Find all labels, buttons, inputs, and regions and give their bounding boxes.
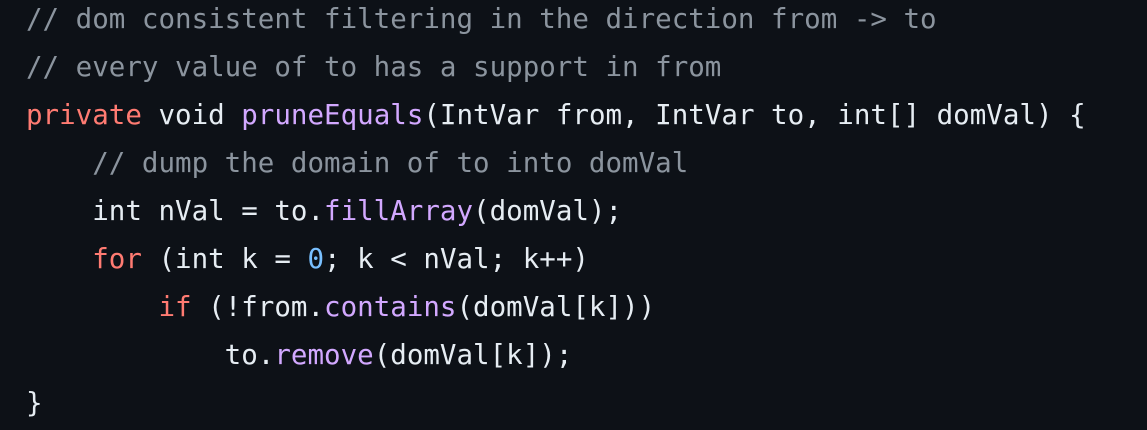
token-code-text [26, 243, 92, 275]
token-code-text: (int k = [141, 243, 308, 275]
code-line-3: private void pruneEquals(IntVar from, In… [26, 91, 1086, 139]
token-function-name: contains [324, 291, 457, 323]
token-code-text: int nVal = to. [26, 195, 325, 227]
token-code-text [26, 147, 92, 179]
token-comment: // every value of to has a support in fr… [26, 51, 722, 83]
code-editor[interactable]: // dom consistent filtering in the direc… [0, 0, 1147, 430]
token-code-text: void [141, 99, 242, 131]
token-comment: // dump the domain of to into domVal [92, 147, 689, 179]
code-line-2: // every value of to has a support in fr… [26, 43, 721, 91]
code-line-7: if (!from.contains(domVal[k])) [26, 283, 655, 331]
token-keyword: if [158, 291, 192, 323]
token-code-text: (domVal[k]); [373, 339, 573, 371]
token-comment: // dom consistent filtering in the direc… [26, 3, 937, 35]
token-function-name: pruneEquals [241, 99, 424, 131]
token-code-text: } [26, 387, 43, 419]
token-keyword: for [92, 243, 142, 275]
token-number-literal: 0 [307, 243, 325, 275]
token-function-name: fillArray [324, 195, 474, 227]
token-code-text: (domVal[k])) [456, 291, 656, 323]
code-line-6: for (int k = 0; k < nVal; k++) [26, 235, 589, 283]
code-line-8: to.remove(domVal[k]); [26, 331, 573, 379]
code-line-1: // dom consistent filtering in the direc… [26, 0, 937, 43]
code-line-4: // dump the domain of to into domVal [26, 139, 688, 187]
token-code-text: (!from. [191, 291, 325, 323]
token-code-text: to. [26, 339, 275, 371]
token-code-text [26, 291, 158, 323]
token-keyword: private [26, 99, 142, 131]
token-code-text: ; k < nVal; k++) [324, 243, 589, 275]
code-line-5: int nVal = to.fillArray(domVal); [26, 187, 622, 235]
token-code-text: (IntVar from, IntVar to, int[] domVal) { [423, 99, 1086, 131]
token-function-name: remove [274, 339, 374, 371]
code-line-9: } [26, 379, 43, 427]
token-code-text: (domVal); [473, 195, 623, 227]
